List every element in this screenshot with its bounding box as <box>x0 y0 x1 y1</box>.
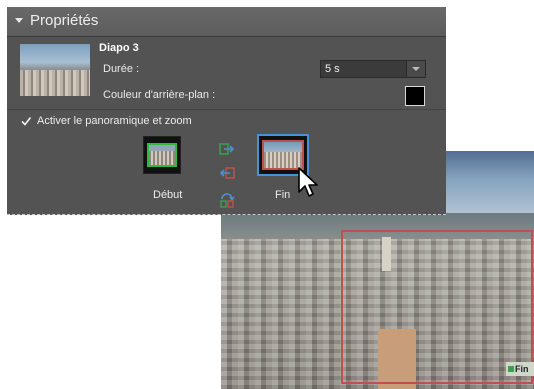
pan-zoom-checkbox[interactable] <box>20 115 32 127</box>
duration-dropdown[interactable]: 5 s <box>320 60 426 78</box>
slide-thumbnail-city <box>20 70 90 96</box>
collapse-triangle-icon[interactable] <box>15 18 23 23</box>
end-frame-label: Fin <box>275 189 291 201</box>
duration-dropdown-button[interactable] <box>406 61 425 77</box>
panel-header[interactable]: Propriétés <box>7 7 446 37</box>
divider <box>7 109 446 110</box>
start-frame-border <box>147 143 177 167</box>
duration-value: 5 s <box>325 63 340 75</box>
panel-title: Propriétés <box>30 12 99 29</box>
background-color-label: Couleur d'arrière-plan : <box>103 89 216 101</box>
chevron-down-icon <box>412 67 420 71</box>
pointer-cursor-icon <box>298 167 318 197</box>
end-frame-rectangle[interactable] <box>341 230 533 384</box>
swap-frames-icon[interactable] <box>219 191 235 209</box>
background-color-swatch[interactable] <box>405 86 425 106</box>
start-frame-thumbnail[interactable] <box>143 136 181 174</box>
end-frame-tag-label: Fin <box>515 364 529 374</box>
slide-name: Diapo 3 <box>99 42 139 54</box>
copy-end-to-start-icon[interactable] <box>219 167 235 181</box>
slide-thumbnail <box>20 44 90 96</box>
end-frame-tag: Fin <box>506 362 534 376</box>
end-frame-tag-marker <box>508 366 514 372</box>
properties-panel: Propriétés Diapo 3 Durée : 5 s Couleur d… <box>7 7 446 215</box>
copy-start-to-end-icon[interactable] <box>219 143 235 157</box>
duration-label: Durée : <box>103 63 140 75</box>
start-frame-label: Début <box>153 189 183 201</box>
pan-zoom-checkbox-label[interactable]: Activer le panoramique et zoom <box>37 115 192 127</box>
